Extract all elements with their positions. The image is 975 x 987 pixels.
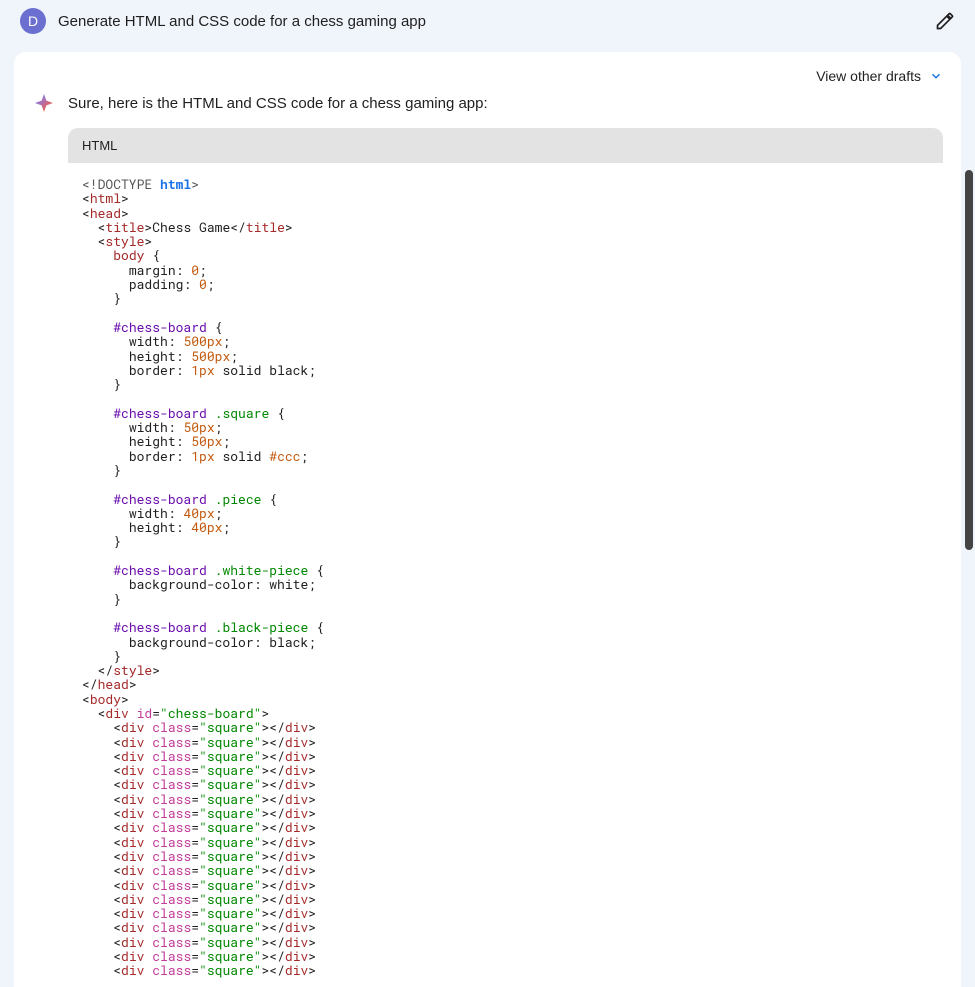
code-token: solid <box>222 447 261 465</box>
code-token: solid <box>222 361 261 379</box>
view-drafts-button[interactable]: View other drafts <box>816 68 921 84</box>
code-token: div <box>121 961 144 977</box>
code-token: border <box>129 361 176 379</box>
code-token: #ccc <box>269 447 300 465</box>
code-token: > <box>191 175 199 193</box>
drafts-row: View other drafts <box>32 68 943 84</box>
code-block: HTML <!DOCTYPE html> <html> <head> <titl… <box>68 128 943 978</box>
code-token: background-color <box>129 575 254 593</box>
code-language-label: HTML <box>68 128 943 163</box>
response-intro: Sure, here is the HTML and CSS code for … <box>68 95 943 112</box>
code-token: 40px <box>191 518 222 536</box>
code-token: .square <box>215 404 270 422</box>
code-token: 1px <box>191 447 214 465</box>
prompt-row: D Generate HTML and CSS code for a chess… <box>0 0 975 42</box>
response-card: View other drafts <box>14 52 961 987</box>
code-token: .piece <box>215 490 262 508</box>
code-token: border <box>129 447 176 465</box>
code-token: 1px <box>191 361 214 379</box>
code-content[interactable]: <!DOCTYPE html> <html> <head> <title>Che… <box>68 163 943 978</box>
code-token: html <box>160 175 191 193</box>
prompt-text: Generate HTML and CSS code for a chess g… <box>58 13 923 30</box>
code-token: class <box>152 961 191 977</box>
code-token: Chess Game <box>152 218 230 236</box>
scrollbar[interactable] <box>965 170 973 550</box>
code-token: background-color <box>129 633 254 651</box>
sparkle-icon <box>32 92 56 116</box>
code-token: height <box>129 518 176 536</box>
code-token: padding <box>129 275 184 293</box>
chevron-down-icon[interactable] <box>929 69 943 83</box>
code-token: "square" <box>199 961 261 977</box>
code-token: div <box>285 961 308 977</box>
code-token: title <box>246 218 285 236</box>
avatar-letter: D <box>28 13 38 29</box>
code-token: 0 <box>191 261 199 279</box>
code-token: black <box>269 633 308 651</box>
user-avatar: D <box>20 8 46 34</box>
code-token: black <box>269 361 308 379</box>
edit-icon[interactable] <box>935 11 955 31</box>
code-token: white <box>269 575 308 593</box>
code-token: 0 <box>199 275 207 293</box>
